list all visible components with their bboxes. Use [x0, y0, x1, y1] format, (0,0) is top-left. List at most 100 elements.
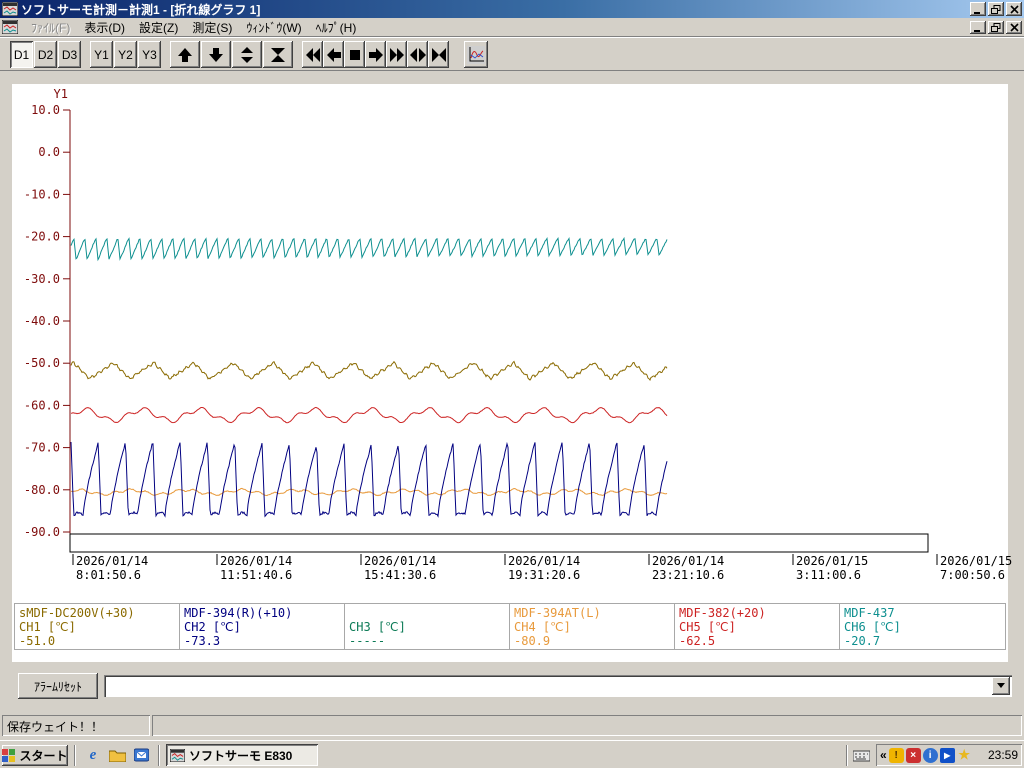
scroll-up-button[interactable] — [170, 41, 200, 68]
alarm-combo-dropdown[interactable] — [992, 677, 1010, 695]
child-close-icon[interactable] — [1006, 21, 1022, 34]
compress-horizontal-icon — [431, 48, 447, 62]
window-titlebar: ソフトサーモ計測－計測1 - [折れ線グラフ 1] — [0, 0, 1024, 18]
security-alert-icon[interactable]: × — [906, 748, 921, 763]
info-balloon-icon[interactable]: i — [923, 748, 938, 763]
sensor-name — [349, 606, 505, 620]
start-button[interactable]: スタート — [2, 745, 68, 766]
channel-label: CH5 [℃] — [679, 620, 835, 634]
stop-button[interactable] — [344, 41, 365, 68]
x-tick-time: 23:21:10.6 — [652, 568, 724, 582]
stop-icon — [348, 48, 362, 62]
x-tick-time: 8:01:50.6 — [76, 568, 141, 582]
right-arrow-icon — [368, 48, 384, 62]
x-tick-date: 2026/01/15 — [796, 554, 868, 568]
channel-label: CH2 [℃] — [184, 620, 340, 634]
update-star-icon[interactable]: ★ — [957, 748, 972, 763]
outlook-icon[interactable] — [132, 747, 150, 763]
up-arrow-icon — [177, 47, 193, 63]
sensor-name: MDF-394AT(L) — [514, 606, 670, 620]
d2-button[interactable]: D2 — [34, 41, 57, 68]
windows-logo-icon — [2, 749, 16, 762]
expand-horizontal-icon — [410, 48, 426, 62]
fast-forward-button[interactable] — [386, 41, 407, 68]
sensor-name: MDF-394(R)(+10) — [184, 606, 340, 620]
child-restore-icon[interactable] — [988, 21, 1004, 34]
x-tick-time: 3:11:00.6 — [796, 568, 861, 582]
y2-button[interactable]: Y2 — [114, 41, 137, 68]
d3-button[interactable]: D3 — [58, 41, 81, 68]
channel-value: -20.7 — [844, 634, 1001, 648]
alarm-combo[interactable] — [104, 675, 1012, 697]
y-axis-title: Y1 — [54, 87, 68, 101]
expand-vertical-icon — [239, 47, 255, 63]
taskbar-separator — [158, 745, 160, 766]
close-icon[interactable] — [1006, 2, 1022, 16]
app-icon — [2, 2, 18, 16]
y3-button[interactable]: Y3 — [138, 41, 161, 68]
scroll-down-button[interactable] — [201, 41, 231, 68]
minimize-icon[interactable] — [970, 2, 986, 16]
legend-cell-ch6: MDF-437 CH6 [℃] -20.7 — [840, 604, 1005, 649]
status-bar: 保存ウェイト！！ — [0, 712, 1024, 740]
folder-icon[interactable] — [108, 747, 126, 763]
channel-value: ----- — [349, 634, 505, 648]
menu-settings[interactable]: 設定(Z) — [132, 18, 185, 37]
x-tick-time: 19:31:20.6 — [508, 568, 580, 582]
compress-vertical-button[interactable] — [263, 41, 293, 68]
fast-rewind-icon — [305, 48, 321, 62]
keyboard-icon[interactable] — [852, 747, 870, 763]
trace-ch5 — [71, 407, 667, 422]
legend-cell-ch2: MDF-394(R)(+10) CH2 [℃] -73.3 — [180, 604, 345, 649]
y-tick-label: -70.0 — [24, 441, 60, 455]
menu-help[interactable]: ﾍﾙﾌﾟ(H) — [309, 18, 364, 37]
window-title: ソフトサーモ計測－計測1 - [折れ線グラフ 1] — [21, 1, 260, 18]
menu-measure[interactable]: 測定(S) — [185, 18, 239, 37]
line-chart: Y110.00.0-10.0-20.0-30.0-40.0-50.0-60.0-… — [12, 84, 1008, 662]
fast-rewind-button[interactable] — [302, 41, 323, 68]
chevron-down-icon — [997, 683, 1006, 689]
app-task-icon — [170, 749, 185, 762]
channel-value: -80.9 — [514, 634, 670, 648]
restore-icon[interactable] — [988, 2, 1004, 16]
menu-window[interactable]: ｳｨﾝﾄﾞｳ(W) — [239, 18, 308, 37]
menu-view[interactable]: 表示(D) — [77, 18, 132, 37]
channel-value: -73.3 — [184, 634, 340, 648]
child-minimize-icon[interactable] — [970, 21, 986, 34]
expand-horizontal-button[interactable] — [407, 41, 428, 68]
y-tick-label: -90.0 — [24, 525, 60, 539]
legend-cell-ch1: sMDF-DC200V(+30) CH1 [℃] -51.0 — [15, 604, 180, 649]
tray-overflow-chevron[interactable]: « — [880, 748, 887, 762]
internet-explorer-icon[interactable]: e — [84, 747, 102, 763]
compress-horizontal-button[interactable] — [428, 41, 449, 68]
y-tick-label: -50.0 — [24, 356, 60, 370]
sensor-name: sMDF-DC200V(+30) — [19, 606, 175, 620]
expand-vertical-button[interactable] — [232, 41, 262, 68]
y-tick-label: 0.0 — [38, 145, 60, 159]
y1-button[interactable]: Y1 — [90, 41, 113, 68]
media-player-icon[interactable]: ▶ — [940, 748, 955, 763]
fast-forward-icon — [389, 48, 405, 62]
taskbar-clock: 23:59 — [988, 748, 1018, 762]
x-tick-time: 15:41:30.6 — [364, 568, 436, 582]
graph-display-button[interactable] — [464, 41, 488, 68]
step-back-button[interactable] — [323, 41, 344, 68]
desktop: ソフトサーモ計測－計測1 - [折れ線グラフ 1] ﾌｧｲﾙ(F) 表示(D) … — [0, 0, 1024, 768]
x-tick-time: 11:51:40.6 — [220, 568, 292, 582]
d1-button[interactable]: D1 — [10, 41, 33, 68]
trace-ch2 — [71, 442, 667, 516]
taskbar-separator — [846, 745, 848, 766]
security-warning-icon[interactable]: ! — [889, 748, 904, 763]
app-task-button[interactable]: ソフトサーモ E830 — [166, 744, 318, 766]
y-tick-label: -60.0 — [24, 398, 60, 412]
x-tick-date: 2026/01/14 — [508, 554, 580, 568]
system-tray: « ! × i ▶ ★ 23:59 — [876, 744, 1022, 766]
channel-legend: sMDF-DC200V(+30) CH1 [℃] -51.0 MDF-394(R… — [14, 603, 1006, 650]
trace-ch6 — [71, 238, 667, 259]
step-forward-button[interactable] — [365, 41, 386, 68]
alarm-reset-button[interactable]: ｱﾗｰﾑﾘｾｯﾄ — [18, 673, 98, 699]
legend-cell-ch5: MDF-382(+20) CH5 [℃] -62.5 — [675, 604, 840, 649]
document-chart-icon[interactable] — [2, 20, 18, 34]
channel-label: CH3 [℃] — [349, 620, 505, 634]
toolbar: D1 D2 D3 Y1 Y2 Y3 — [0, 37, 1024, 71]
